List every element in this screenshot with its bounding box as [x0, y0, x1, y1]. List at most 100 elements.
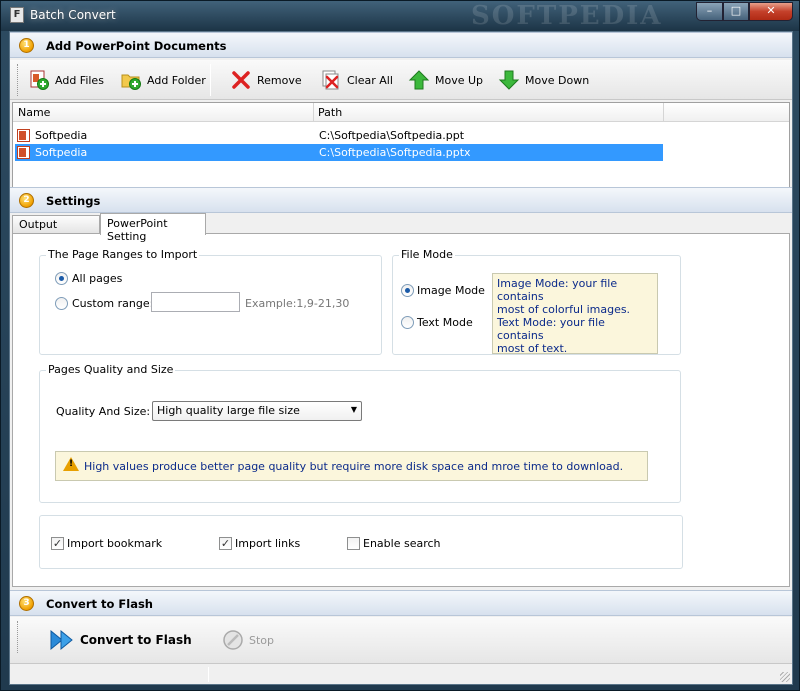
file-path: C:\Softpedia\Softpedia.ppt: [319, 129, 465, 142]
text-mode-label[interactable]: Text Mode: [417, 316, 473, 329]
title-bar[interactable]: F Batch Convert SOFTPEDIA – □ ✕: [1, 1, 799, 31]
move-down-button[interactable]: Move Down: [498, 68, 589, 92]
quality-label: Quality And Size:: [56, 405, 151, 418]
page-ranges-title: The Page Ranges to Import: [46, 248, 200, 261]
import-bookmark-label[interactable]: Import bookmark: [67, 537, 162, 550]
image-mode-label[interactable]: Image Mode: [417, 284, 485, 297]
section-settings-title: Settings: [46, 194, 101, 208]
column-divider[interactable]: [663, 103, 664, 122]
toolbar-grip[interactable]: [17, 621, 20, 653]
text-mode-radio[interactable]: [401, 316, 414, 329]
clear-all-label: Clear All: [347, 73, 393, 87]
minimize-button[interactable]: –: [696, 2, 723, 21]
clear-all-icon: [320, 69, 342, 91]
add-files-label: Add Files: [55, 73, 104, 87]
import-links-label[interactable]: Import links: [235, 537, 300, 550]
step-badge-3: 3: [19, 596, 34, 611]
info-line-2: most of colorful images.: [497, 303, 631, 316]
add-files-icon: [28, 69, 50, 91]
file-mode-title: File Mode: [399, 248, 455, 261]
warning-icon: [63, 457, 79, 471]
move-down-label: Move Down: [525, 73, 590, 87]
custom-range-example: Example:1,9-21,30: [245, 297, 350, 310]
file-row-2[interactable]: Softpedia C:\Softpedia\Softpedia.pptx: [15, 144, 663, 161]
all-pages-label[interactable]: All pages: [72, 272, 122, 285]
quality-select[interactable]: High quality large file size ▼: [152, 401, 362, 421]
remove-button[interactable]: Remove: [230, 68, 302, 92]
file-name: Softpedia: [35, 146, 88, 159]
resize-grip[interactable]: [780, 672, 790, 682]
close-button[interactable]: ✕: [749, 2, 793, 21]
custom-range-radio[interactable]: [55, 297, 68, 310]
enable-search-checkbox[interactable]: [347, 537, 360, 550]
file-mode-group: File Mode Image Mode Text Mode Image Mod…: [392, 248, 681, 355]
maximize-button[interactable]: □: [723, 2, 749, 21]
file-list-header: Name Path: [13, 103, 789, 122]
arrow-down-icon: [498, 69, 520, 91]
all-pages-radio[interactable]: [55, 272, 68, 285]
powerpoint-setting-panel: The Page Ranges to Import All pages Cust…: [12, 233, 790, 587]
column-divider[interactable]: [313, 103, 314, 122]
clear-all-button[interactable]: Clear All: [320, 68, 393, 92]
column-header-path[interactable]: Path: [318, 106, 342, 119]
move-up-label: Move Up: [435, 73, 484, 87]
file-row-1[interactable]: Softpedia C:\Softpedia\Softpedia.ppt: [15, 127, 663, 144]
import-options-group: ✓ Import bookmark ✓ Import links Enable …: [39, 515, 683, 569]
stop-label: Stop: [249, 633, 275, 647]
batch-convert-window: F Batch Convert SOFTPEDIA – □ ✕ 1 Add Po…: [0, 0, 800, 691]
info-line-3: Text Mode: your file contains: [497, 316, 605, 342]
client-area: 1 Add PowerPoint Documents Add Files Add…: [9, 31, 793, 685]
custom-range-input[interactable]: [151, 292, 240, 312]
file-list[interactable]: Name Path Softpedia C:\Softpedia\Softped…: [12, 102, 790, 188]
move-up-button[interactable]: Move Up: [408, 68, 483, 92]
dropdown-arrow-icon: ▼: [350, 405, 357, 414]
custom-range-label[interactable]: Custom range:: [72, 297, 153, 310]
remove-label: Remove: [257, 73, 302, 87]
enable-search-label[interactable]: Enable search: [363, 537, 441, 550]
section-add-documents-title: Add PowerPoint Documents: [46, 39, 227, 53]
quality-group: Pages Quality and Size Quality And Size:…: [39, 363, 681, 503]
section-settings-header: 2 Settings: [10, 187, 792, 213]
section-convert-header: 3 Convert to Flash: [10, 590, 792, 616]
step-badge-2: 2: [19, 193, 34, 208]
status-separator: [208, 667, 209, 682]
file-path: C:\Softpedia\Softpedia.pptx: [319, 146, 471, 159]
add-files-button[interactable]: Add Files: [28, 68, 104, 92]
status-bar: [10, 663, 792, 684]
stop-button[interactable]: Stop: [222, 628, 274, 652]
file-mode-info: Image Mode: your file contains most of c…: [492, 273, 658, 355]
pptx-file-icon: [17, 146, 30, 159]
page-ranges-group: The Page Ranges to Import All pages Cust…: [39, 248, 382, 355]
import-bookmark-checkbox[interactable]: ✓: [51, 537, 64, 550]
remove-x-icon: [230, 69, 252, 91]
step-badge-1: 1: [19, 38, 34, 53]
quality-warning: High values produce better page quality …: [55, 451, 648, 481]
info-line-4: most of text.: [497, 342, 568, 355]
tab-output-settings[interactable]: Output Settings: [12, 215, 100, 244]
quality-title: Pages Quality and Size: [46, 363, 176, 376]
section-add-documents-header: 1 Add PowerPoint Documents: [10, 32, 792, 58]
toolbar-separator: [210, 64, 211, 96]
import-links-checkbox[interactable]: ✓: [219, 537, 232, 550]
softpedia-watermark: SOFTPEDIA: [471, 1, 663, 31]
add-folder-label: Add Folder: [147, 73, 206, 87]
arrow-up-icon: [408, 69, 430, 91]
info-line-1: Image Mode: your file contains: [497, 277, 618, 303]
toolbar-grip[interactable]: [17, 64, 20, 96]
stop-icon: [222, 629, 244, 651]
image-mode-radio[interactable]: [401, 284, 414, 297]
file-name: Softpedia: [35, 129, 88, 142]
window-title: Batch Convert: [30, 8, 116, 22]
ppt-file-icon: [17, 129, 30, 142]
column-header-name[interactable]: Name: [18, 106, 50, 119]
convert-to-flash-button[interactable]: Convert to Flash: [50, 628, 192, 652]
quality-warning-text: High values produce better page quality …: [84, 460, 624, 473]
add-folder-button[interactable]: Add Folder: [120, 68, 206, 92]
tab-powerpoint-setting[interactable]: PowerPoint Setting: [100, 213, 206, 243]
file-toolbar: Add Files Add Folder Remove Clear All Mo…: [10, 60, 792, 100]
app-icon[interactable]: F: [10, 7, 24, 23]
quality-selected-value: High quality large file size: [157, 404, 300, 417]
section-convert-title: Convert to Flash: [46, 597, 153, 611]
add-folder-icon: [120, 69, 142, 91]
fast-forward-icon: [50, 629, 73, 651]
